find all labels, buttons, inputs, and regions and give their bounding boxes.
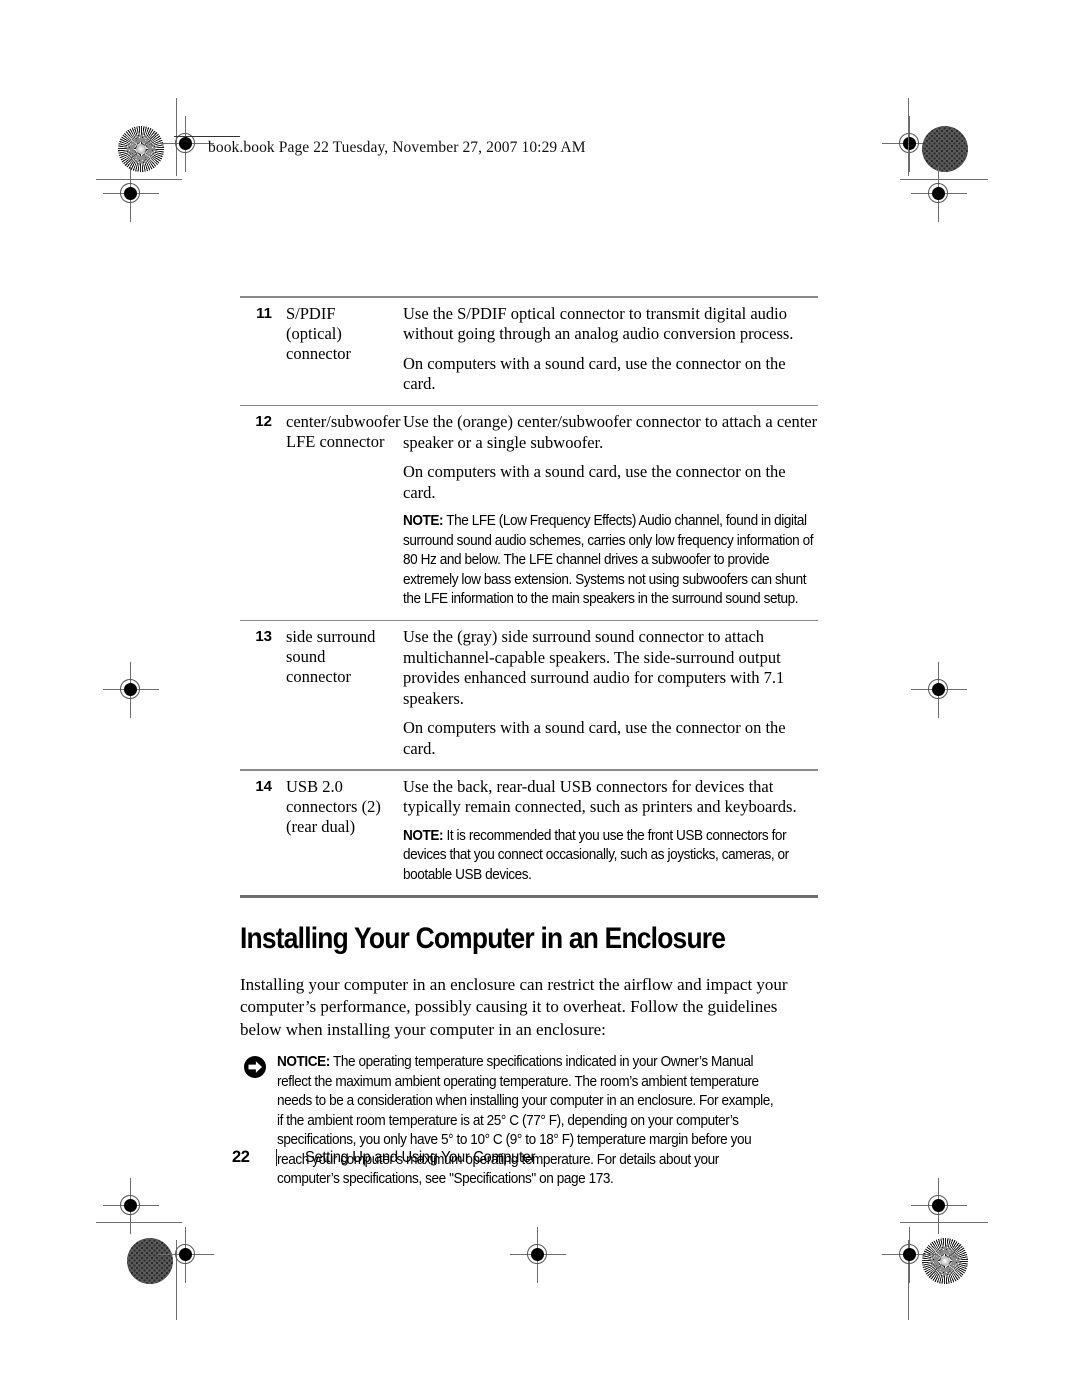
crosshair-registration-mark: [882, 1227, 938, 1283]
row-number: 11: [256, 304, 272, 322]
note-text: The LFE (Low Frequency Effects) Audio ch…: [403, 513, 814, 608]
footer-title: Setting Up and Using Your Computer: [304, 1149, 536, 1166]
trim-line-horizontal: [900, 1222, 988, 1224]
row-label: USB 2.0 connectors (2) (rear dual): [286, 776, 381, 836]
row-number: 14: [255, 777, 272, 795]
notice-text-block: NOTICE: The operating temperature specif…: [277, 1053, 780, 1190]
footer-divider: [275, 1149, 277, 1166]
table-row: 11 S/PDIF (optical) connector Use the S/…: [240, 298, 818, 405]
description-paragraph: Use the S/PDIF optical connector to tran…: [403, 303, 794, 344]
table-row: 12 center/subwoofer LFE connector Use th…: [240, 406, 818, 620]
header-rule: [174, 136, 240, 137]
notice-text: The operating temperature specifications…: [277, 1054, 774, 1188]
row-description: Use the (gray) side surround sound conne…: [394, 627, 818, 759]
row-label: S/PDIF (optical) connector: [286, 303, 352, 363]
row-number: 12: [255, 413, 272, 431]
intro-paragraph: Installing your computer in an enclosure…: [240, 974, 788, 1039]
description-paragraph: On computers with a sound card, use the …: [403, 462, 786, 502]
crosshair-registration-mark: [103, 1178, 159, 1234]
row-description: Use the (orange) center/subwoofer connec…: [394, 412, 818, 610]
description-paragraph: Use the (orange) center/subwoofer connec…: [403, 412, 818, 452]
notice-arrow-icon: [243, 1055, 269, 1079]
crosshair-registration-mark: [103, 662, 159, 718]
description-paragraph: Use the (gray) side surround sound conne…: [403, 627, 785, 708]
note-text: It is recommended that you use the front…: [403, 827, 789, 883]
main-content: 11 S/PDIF (optical) connector Use the S/…: [240, 296, 818, 1190]
document-page: book.book Page 22 Tuesday, November 27, …: [0, 0, 1080, 1397]
description-paragraph: On computers with a sound card, use the …: [403, 718, 786, 758]
note-lead: NOTE:: [403, 827, 444, 844]
row-number: 13: [255, 628, 272, 646]
footer-page-number: 22: [232, 1148, 250, 1166]
page-title: Installing Your Computer in an Enclosure: [240, 921, 726, 955]
note-callout: NOTE: It is recommended that you use the…: [403, 827, 816, 886]
row-description: Use the back, rear-dual USB connectors f…: [394, 777, 818, 886]
crosshair-registration-mark: [103, 166, 159, 222]
crosshair-registration-mark: [911, 662, 967, 718]
note-callout: NOTE: The LFE (Low Frequency Effects) Au…: [403, 512, 816, 610]
connector-spec-table: 11 S/PDIF (optical) connector Use the S/…: [240, 296, 818, 898]
description-paragraph: Use the back, rear-dual USB connectors f…: [403, 776, 797, 817]
crosshair-registration-mark: [158, 116, 214, 172]
trim-line-vertical: [908, 98, 910, 176]
crosshair-registration-mark: [510, 1227, 566, 1283]
crosshair-registration-mark: [158, 1227, 214, 1283]
page-footer: 22 Setting Up and Using Your Computer: [232, 1148, 547, 1167]
row-label: side surround sound connector: [286, 627, 376, 687]
notice-callout: NOTICE: The operating temperature specif…: [240, 1053, 818, 1190]
row-label: center/subwoofer LFE connector: [286, 412, 401, 452]
row-description: Use the S/PDIF optical connector to tran…: [394, 304, 818, 395]
note-lead: NOTE:: [403, 513, 444, 530]
header-slug: book.book Page 22 Tuesday, November 27, …: [208, 139, 586, 156]
crosshair-registration-mark: [911, 1178, 967, 1234]
notice-lead: NOTICE:: [277, 1054, 330, 1071]
trim-line-horizontal: [96, 1222, 182, 1224]
table-row: 13 side surround sound connector Use the…: [240, 621, 818, 769]
table-rule: [240, 895, 818, 898]
crosshair-registration-mark: [911, 166, 967, 222]
description-paragraph: On computers with a sound card, use the …: [403, 353, 786, 394]
table-row: 14 USB 2.0 connectors (2) (rear dual) Us…: [240, 771, 818, 896]
